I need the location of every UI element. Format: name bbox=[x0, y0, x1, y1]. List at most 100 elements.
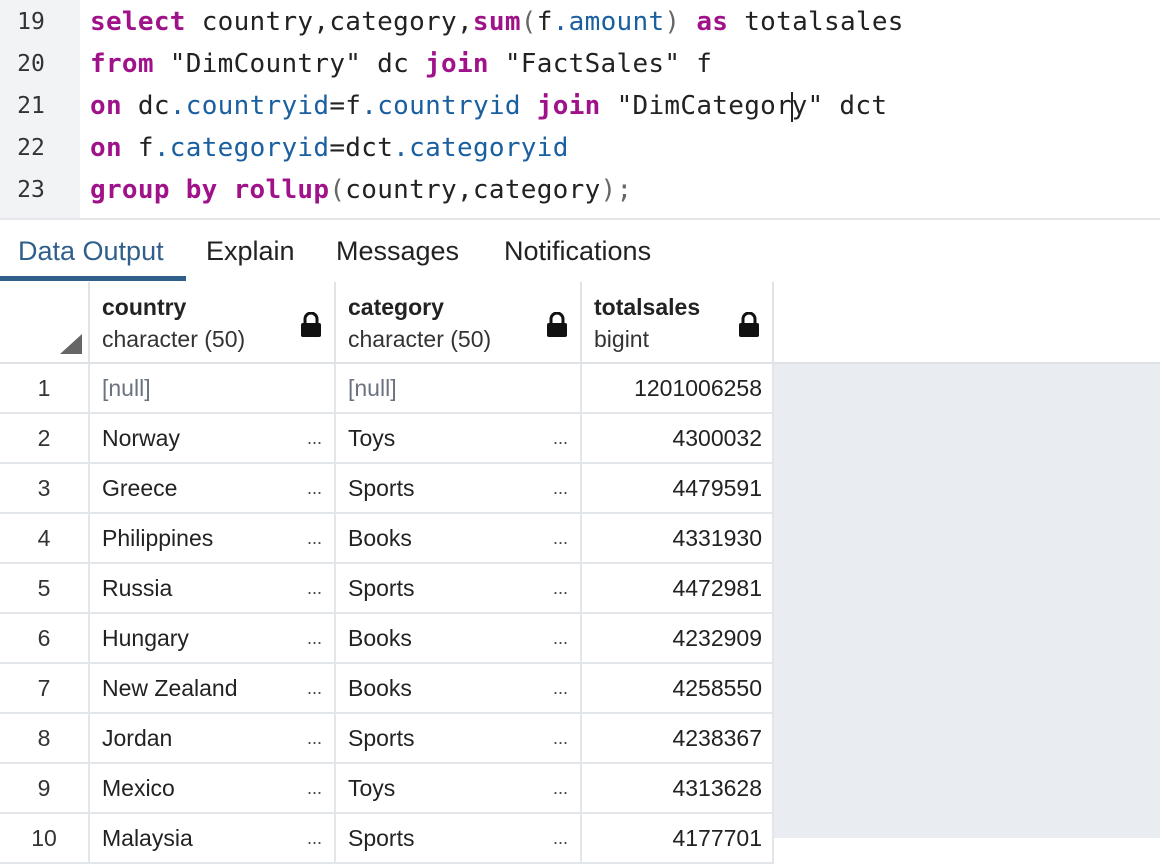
table-row[interactable]: 2 Norway... Toys... 4300032 bbox=[0, 414, 774, 464]
category-cell-value: [null] bbox=[348, 375, 397, 401]
line-number: 22 bbox=[17, 135, 45, 161]
column-name: country bbox=[102, 294, 187, 320]
column-header-country[interactable]: country character (50) bbox=[90, 282, 336, 362]
expand-ellipsis-icon[interactable]: ... bbox=[307, 764, 322, 812]
table-row[interactable]: 8 Jordan... Sports... 4238367 bbox=[0, 714, 774, 764]
table-row[interactable]: 6 Hungary... Books... 4232909 bbox=[0, 614, 774, 664]
totalsales-cell[interactable]: 4300032 bbox=[582, 414, 774, 464]
country-cell[interactable]: Jordan... bbox=[90, 714, 336, 764]
country-cell-value: Hungary bbox=[102, 625, 189, 651]
country-cell[interactable]: Mexico... bbox=[90, 764, 336, 814]
category-cell[interactable]: Books... bbox=[336, 664, 582, 714]
category-cell[interactable]: Books... bbox=[336, 614, 582, 664]
sql-token: ( bbox=[520, 7, 537, 37]
country-cell[interactable]: New Zealand... bbox=[90, 664, 336, 714]
totalsales-cell-value: 4313628 bbox=[672, 775, 762, 801]
totalsales-cell[interactable]: 1201006258 bbox=[582, 364, 774, 414]
column-header-totalsales[interactable]: totalsales bigint bbox=[582, 282, 774, 362]
category-cell[interactable]: [null] bbox=[336, 364, 582, 414]
totalsales-cell[interactable]: 4238367 bbox=[582, 714, 774, 764]
column-header-category[interactable]: category character (50) bbox=[336, 282, 582, 362]
table-row[interactable]: 7 New Zealand... Books... 4258550 bbox=[0, 664, 774, 714]
totalsales-cell[interactable]: 4472981 bbox=[582, 564, 774, 614]
row-number-cell[interactable]: 8 bbox=[0, 714, 90, 764]
row-number-cell[interactable]: 7 bbox=[0, 664, 90, 714]
expand-ellipsis-icon[interactable]: ... bbox=[307, 614, 322, 662]
code-text: from "DimCountry" dc join "FactSales" f bbox=[90, 43, 712, 85]
country-cell[interactable]: Russia... bbox=[90, 564, 336, 614]
tab-notifications[interactable]: Notifications bbox=[486, 220, 669, 282]
category-cell[interactable]: Books... bbox=[336, 514, 582, 564]
totalsales-cell[interactable]: 4232909 bbox=[582, 614, 774, 664]
select-all-corner[interactable] bbox=[0, 282, 90, 362]
expand-ellipsis-icon[interactable]: ... bbox=[553, 564, 568, 612]
code-line[interactable]: 23 group by rollup(country,category); bbox=[0, 169, 1160, 211]
tab-messages[interactable]: Messages bbox=[318, 220, 477, 282]
expand-ellipsis-icon[interactable]: ... bbox=[307, 564, 322, 612]
code-line[interactable]: 21 on dc.countryid=f.countryid join "DimC… bbox=[0, 85, 1160, 127]
expand-ellipsis-icon[interactable]: ... bbox=[307, 464, 322, 512]
expand-ellipsis-icon[interactable]: ... bbox=[553, 414, 568, 462]
totalsales-cell[interactable]: 4313628 bbox=[582, 764, 774, 814]
code-line[interactable]: 20 from "DimCountry" dc join "FactSales" … bbox=[0, 43, 1160, 85]
expand-ellipsis-icon[interactable]: ... bbox=[307, 814, 322, 862]
sql-editor[interactable]: 19 select country,category,sum(f.amount) … bbox=[0, 0, 1160, 218]
expand-ellipsis-icon[interactable]: ... bbox=[307, 664, 322, 712]
category-cell[interactable]: Sports... bbox=[336, 714, 582, 764]
country-cell[interactable]: Philippines... bbox=[90, 514, 336, 564]
totalsales-cell[interactable]: 4331930 bbox=[582, 514, 774, 564]
category-cell[interactable]: Sports... bbox=[336, 814, 582, 864]
tab-data-output[interactable]: Data Output bbox=[0, 220, 182, 282]
totalsales-cell[interactable]: 4258550 bbox=[582, 664, 774, 714]
table-row[interactable]: 9 Mexico... Toys... 4313628 bbox=[0, 764, 774, 814]
row-number-cell[interactable]: 2 bbox=[0, 414, 90, 464]
row-number-cell[interactable]: 5 bbox=[0, 564, 90, 614]
code-line[interactable]: 19 select country,category,sum(f.amount) … bbox=[0, 1, 1160, 43]
row-number-cell[interactable]: 6 bbox=[0, 614, 90, 664]
sql-token: f bbox=[536, 7, 553, 37]
table-row[interactable]: 5 Russia... Sports... 4472981 bbox=[0, 564, 774, 614]
row-number-cell[interactable]: 9 bbox=[0, 764, 90, 814]
category-cell[interactable]: Sports... bbox=[336, 464, 582, 514]
category-cell[interactable]: Sports... bbox=[336, 564, 582, 614]
table-row[interactable]: 10 Malaysia... Sports... 4177701 bbox=[0, 814, 774, 864]
expand-ellipsis-icon[interactable]: ... bbox=[553, 464, 568, 512]
row-number-cell[interactable]: 4 bbox=[0, 514, 90, 564]
totalsales-cell[interactable]: 4177701 bbox=[582, 814, 774, 864]
expand-ellipsis-icon[interactable]: ... bbox=[553, 514, 568, 562]
category-cell[interactable]: Toys... bbox=[336, 414, 582, 464]
sql-token: f bbox=[121, 133, 154, 163]
table-row[interactable]: 4 Philippines... Books... 4331930 bbox=[0, 514, 774, 564]
sql-keyword: join bbox=[425, 49, 489, 79]
category-cell[interactable]: Toys... bbox=[336, 764, 582, 814]
expand-ellipsis-icon[interactable]: ... bbox=[553, 814, 568, 862]
expand-ellipsis-icon[interactable]: ... bbox=[307, 414, 322, 462]
sql-token: dc bbox=[121, 91, 170, 121]
expand-ellipsis-icon[interactable]: ... bbox=[553, 764, 568, 812]
row-number-cell-value: 1 bbox=[37, 375, 51, 401]
table-row[interactable]: 3 Greece... Sports... 4479591 bbox=[0, 464, 774, 514]
row-number-cell[interactable]: 1 bbox=[0, 364, 90, 414]
country-cell[interactable]: Hungary... bbox=[90, 614, 336, 664]
country-cell[interactable]: Norway... bbox=[90, 414, 336, 464]
sql-token: y" dct bbox=[791, 91, 888, 121]
sql-field: .categoryid bbox=[153, 133, 330, 163]
expand-ellipsis-icon[interactable]: ... bbox=[307, 514, 322, 562]
data-output-grid: country character (50) category characte… bbox=[0, 282, 1160, 864]
country-cell[interactable]: [null] bbox=[90, 364, 336, 414]
table-row[interactable]: 1 [null] [null] 1201006258 bbox=[0, 364, 774, 414]
row-number-cell[interactable]: 10 bbox=[0, 814, 90, 864]
country-cell[interactable]: Malaysia... bbox=[90, 814, 336, 864]
category-cell-value: Sports bbox=[348, 825, 415, 851]
code-line[interactable]: 22 on f.categoryid=dct.categoryid bbox=[0, 127, 1160, 169]
row-number-cell[interactable]: 3 bbox=[0, 464, 90, 514]
expand-ellipsis-icon[interactable]: ... bbox=[553, 664, 568, 712]
expand-ellipsis-icon[interactable]: ... bbox=[307, 714, 322, 762]
totalsales-cell-value: 4331930 bbox=[672, 525, 762, 551]
country-cell[interactable]: Greece... bbox=[90, 464, 336, 514]
totalsales-cell[interactable]: 4479591 bbox=[582, 464, 774, 514]
tab-explain[interactable]: Explain bbox=[188, 220, 313, 282]
expand-ellipsis-icon[interactable]: ... bbox=[553, 614, 568, 662]
expand-ellipsis-icon[interactable]: ... bbox=[553, 714, 568, 762]
